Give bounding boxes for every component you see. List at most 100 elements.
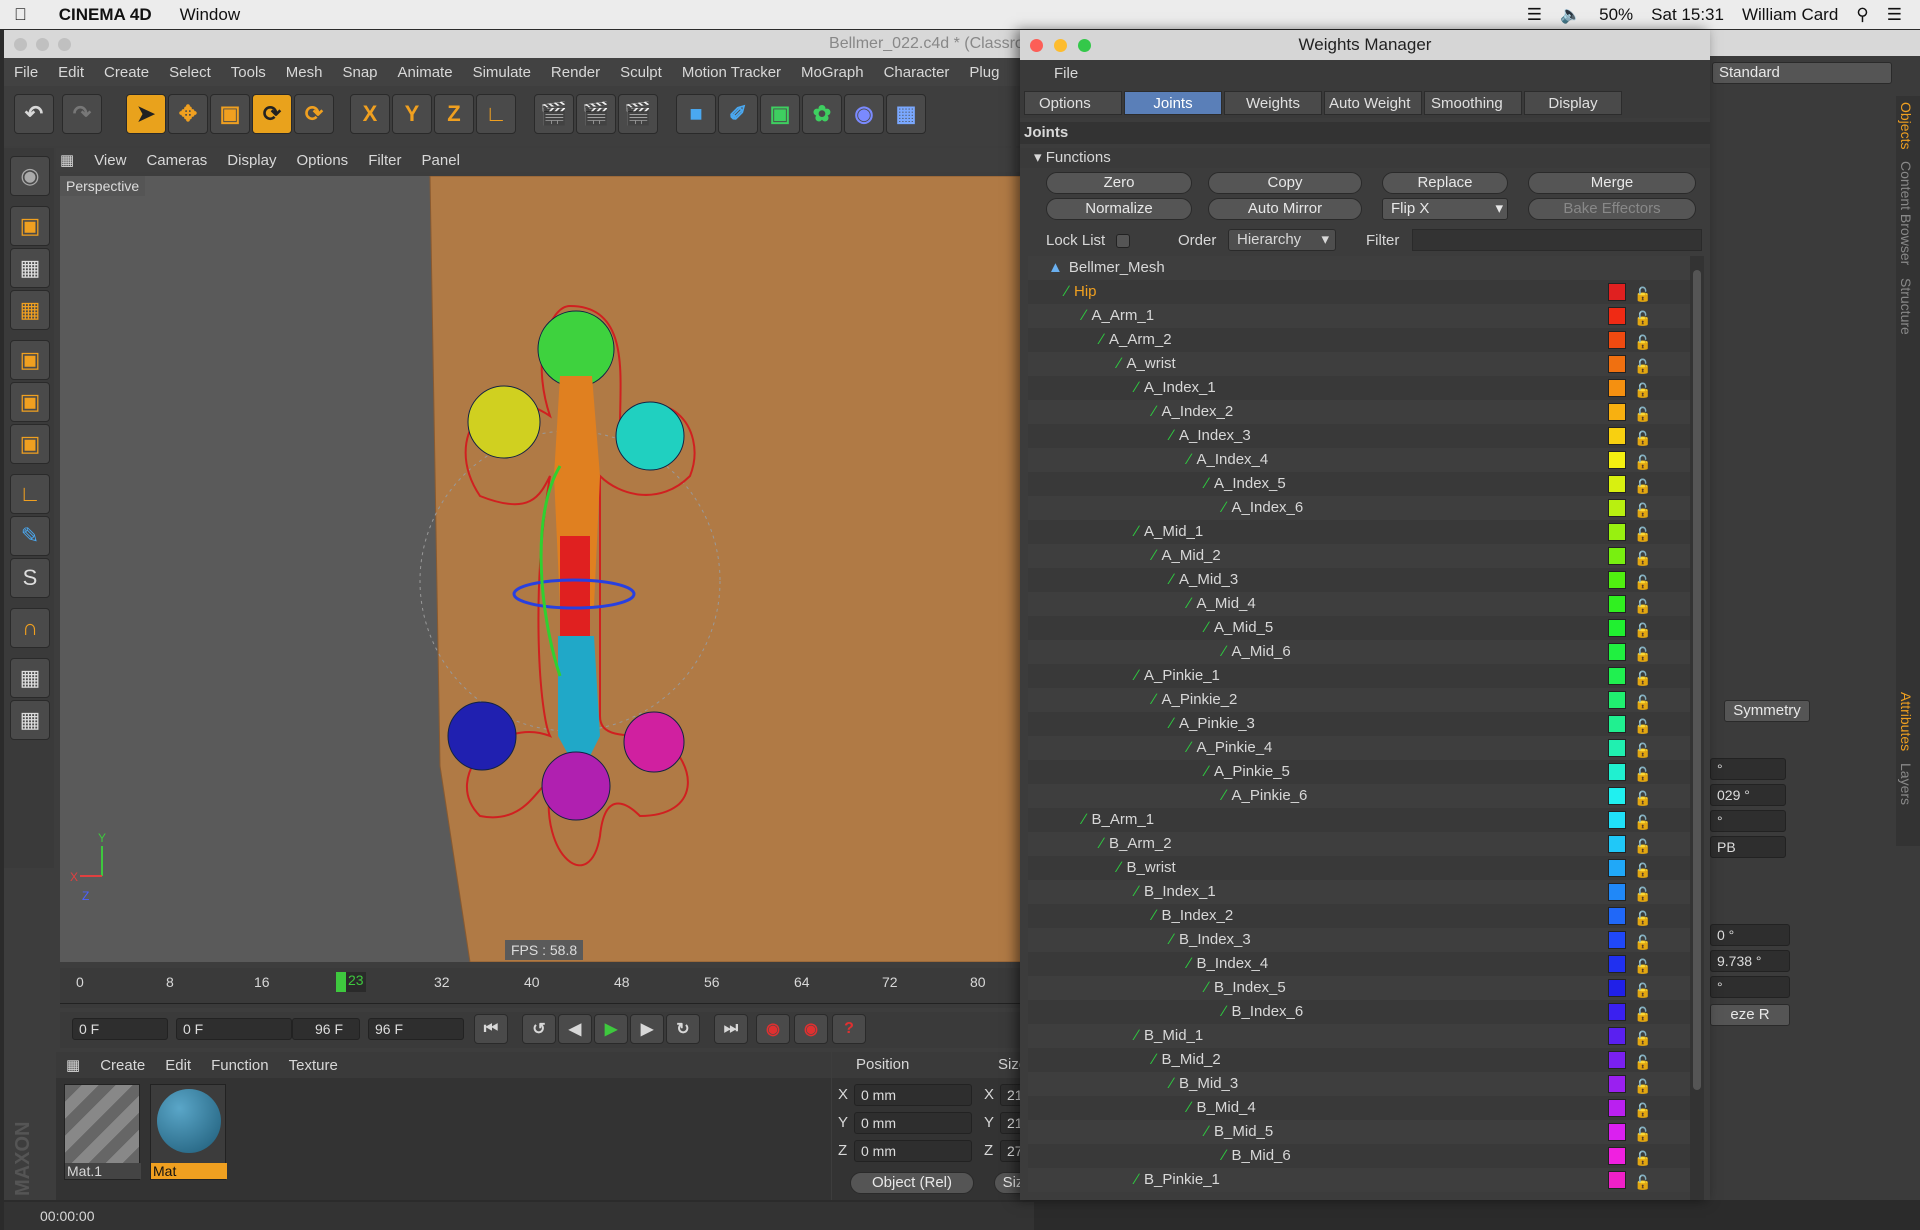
perspective-viewport[interactable]: Y X Z Perspective FPS : 58.8 xyxy=(60,176,1050,962)
material-swatch-mat1[interactable]: Mat.1 xyxy=(64,1084,141,1180)
coord-mode-dropdown[interactable]: Object (Rel) xyxy=(850,1172,974,1194)
user-name[interactable]: William Card xyxy=(1742,5,1838,25)
render-picture-viewer-icon[interactable]: 🎬 xyxy=(576,94,616,134)
select-tool-icon[interactable]: ➤ xyxy=(126,94,166,134)
joint-row[interactable]: ∕ B_Index_4 🔓 xyxy=(1028,952,1698,976)
coord-x-field[interactable]: 0 mm xyxy=(854,1084,972,1106)
unlock-icon[interactable]: 🔓 xyxy=(1634,1074,1651,1098)
tab-content-browser[interactable]: Content Browser xyxy=(1896,155,1916,271)
coordinate-system-icon[interactable]: ∟ xyxy=(476,94,516,134)
apple-icon[interactable]:  xyxy=(0,5,41,25)
joint-row[interactable]: ∕ B_Mid_4 🔓 xyxy=(1028,1096,1698,1120)
range-start-field[interactable]: 0 F xyxy=(176,1018,292,1040)
joint-row[interactable]: ∕ B_Index_2 🔓 xyxy=(1028,904,1698,928)
tab-structure[interactable]: Structure xyxy=(1896,272,1916,341)
joint-row[interactable]: ∕ A_wrist 🔓 xyxy=(1028,352,1698,376)
menu-motion-tracker[interactable]: Motion Tracker xyxy=(672,64,791,81)
x-axis-icon[interactable]: X xyxy=(350,94,390,134)
flip-axis-dropdown[interactable]: Flip X ▾ xyxy=(1382,198,1508,220)
menu-render[interactable]: Render xyxy=(541,64,610,81)
lock-list-checkbox[interactable] xyxy=(1116,234,1130,248)
model-mode-icon[interactable]: ▣ xyxy=(10,206,50,246)
joint-row[interactable]: ∕ B_Mid_3 🔓 xyxy=(1028,1072,1698,1096)
unlock-icon[interactable]: 🔓 xyxy=(1634,834,1651,858)
joint-row[interactable]: ∕ A_Mid_3 🔓 xyxy=(1028,568,1698,592)
cube-icon[interactable]: ■ xyxy=(676,94,716,134)
tab-objects[interactable]: Objects xyxy=(1896,96,1916,155)
joint-row[interactable]: ∕ A_Index_6 🔓 xyxy=(1028,496,1698,520)
workplane-lock-icon[interactable]: ▦ xyxy=(10,658,50,698)
auto-mirror-button[interactable]: Auto Mirror xyxy=(1208,198,1362,220)
tab-weights[interactable]: Weights xyxy=(1224,91,1322,115)
unlock-icon[interactable]: 🔓 xyxy=(1634,306,1651,330)
joint-color-swatch[interactable] xyxy=(1608,523,1626,541)
next-key-icon[interactable]: ↻ xyxy=(666,1014,700,1044)
joint-row[interactable]: ∕ B_Arm_2 🔓 xyxy=(1028,832,1698,856)
joint-row[interactable]: ∕ A_Mid_2 🔓 xyxy=(1028,544,1698,568)
joint-color-swatch[interactable] xyxy=(1608,595,1626,613)
menu-character[interactable]: Character xyxy=(874,64,960,81)
menu-select[interactable]: Select xyxy=(159,64,221,81)
tab-display[interactable]: Display xyxy=(1524,91,1622,115)
viewport-menu-panel[interactable]: Panel xyxy=(412,152,470,169)
app-menu[interactable]: CINEMA 4D xyxy=(41,5,166,25)
tab-attributes[interactable]: Attributes xyxy=(1896,686,1916,757)
unlock-icon[interactable]: 🔓 xyxy=(1634,1098,1651,1122)
wm-close-button[interactable] xyxy=(1030,39,1043,52)
clock[interactable]: Sat 15:31 xyxy=(1651,5,1724,25)
unlock-icon[interactable]: 🔓 xyxy=(1634,642,1651,666)
battery-percent[interactable]: 50% xyxy=(1599,5,1633,25)
joint-color-swatch[interactable] xyxy=(1608,763,1626,781)
joint-color-swatch[interactable] xyxy=(1608,1171,1626,1189)
render-view-icon[interactable]: 🎬 xyxy=(534,94,574,134)
zero-button[interactable]: Zero xyxy=(1046,172,1192,194)
edges-mode-icon[interactable]: ▣ xyxy=(10,382,50,422)
attr-field-5[interactable]: 0 ° xyxy=(1710,924,1790,946)
unlock-icon[interactable]: 🔓 xyxy=(1634,954,1651,978)
unlock-icon[interactable]: 🔓 xyxy=(1634,1122,1651,1146)
copy-button[interactable]: Copy xyxy=(1208,172,1362,194)
unlock-icon[interactable]: 🔓 xyxy=(1634,450,1651,474)
unlock-icon[interactable]: 🔓 xyxy=(1634,570,1651,594)
polygons-mode-icon[interactable]: ▣ xyxy=(10,424,50,464)
render-settings-icon[interactable]: 🎬 xyxy=(618,94,658,134)
joint-row[interactable]: ∕ A_Mid_4 🔓 xyxy=(1028,592,1698,616)
unlock-icon[interactable]: 🔓 xyxy=(1634,1050,1651,1074)
redo-icon[interactable]: ↷ xyxy=(62,94,102,134)
joint-color-swatch[interactable] xyxy=(1608,451,1626,469)
mat-menu-create[interactable]: Create xyxy=(90,1057,155,1074)
tweak-mode-icon[interactable]: ✎ xyxy=(10,516,50,556)
prev-frame-icon[interactable]: ◀ xyxy=(558,1014,592,1044)
unlock-icon[interactable]: 🔓 xyxy=(1634,282,1651,306)
joint-row[interactable]: ∕ B_Pinkie_1 🔓 xyxy=(1028,1168,1698,1192)
menu-simulate[interactable]: Simulate xyxy=(463,64,541,81)
axis-mode-icon[interactable]: ∟ xyxy=(10,474,50,514)
next-frame-icon[interactable]: ▶ xyxy=(630,1014,664,1044)
viewport-menu-filter[interactable]: Filter xyxy=(358,152,411,169)
joint-row[interactable]: ∕ A_Index_4 🔓 xyxy=(1028,448,1698,472)
viewport-menu-view[interactable]: View xyxy=(84,152,136,169)
close-button[interactable] xyxy=(14,38,27,51)
joint-color-swatch[interactable] xyxy=(1608,427,1626,445)
unlock-icon[interactable]: 🔓 xyxy=(1634,1170,1651,1194)
texture-mode-icon[interactable]: ▦ xyxy=(10,248,50,288)
play-icon[interactable]: ▶ xyxy=(594,1014,628,1044)
zoom-button[interactable] xyxy=(58,38,71,51)
unlock-icon[interactable]: 🔓 xyxy=(1634,738,1651,762)
attr-field-2[interactable]: 029 ° xyxy=(1710,784,1786,806)
coord-y-field[interactable]: 0 mm xyxy=(854,1112,972,1134)
joint-color-swatch[interactable] xyxy=(1608,1027,1626,1045)
joint-color-swatch[interactable] xyxy=(1608,907,1626,925)
workplane-icon[interactable]: ▦ xyxy=(10,290,50,330)
joint-row[interactable]: ∕ B_Index_3 🔓 xyxy=(1028,928,1698,952)
joint-color-swatch[interactable] xyxy=(1608,739,1626,757)
joint-color-swatch[interactable] xyxy=(1608,859,1626,877)
unlock-icon[interactable]: 🔓 xyxy=(1634,546,1651,570)
joint-row[interactable]: ∕ A_Mid_5 🔓 xyxy=(1028,616,1698,640)
normalize-button[interactable]: Normalize xyxy=(1046,198,1192,220)
joint-color-swatch[interactable] xyxy=(1608,619,1626,637)
attr-field-3[interactable]: ° xyxy=(1710,810,1786,832)
merge-button[interactable]: Merge xyxy=(1528,172,1696,194)
replace-button[interactable]: Replace xyxy=(1382,172,1508,194)
scale-tool-icon[interactable]: ▣ xyxy=(210,94,250,134)
